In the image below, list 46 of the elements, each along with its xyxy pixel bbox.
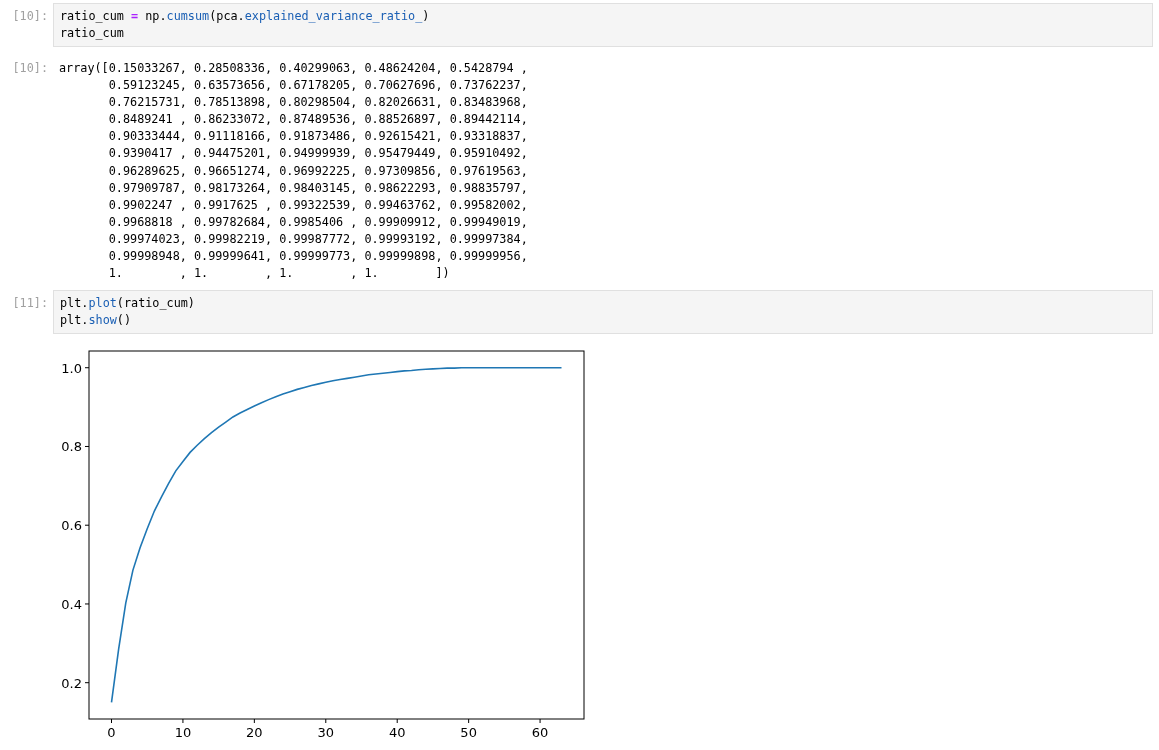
code-cell[interactable]: plt.plot(ratio_cum) plt.show()	[53, 290, 1153, 335]
x-tick-label: 30	[317, 725, 335, 741]
x-tick-label: 40	[388, 725, 406, 741]
tick-mark	[325, 718, 327, 724]
code-line: ratio_cum	[60, 25, 125, 42]
output-line: 0.9390417 , 0.94475201, 0.94999939, 0.95479449, 0.95910492,	[107, 145, 528, 163]
output-line: 0.99974023, 0.99982219, 0.99987772, 0.99993192, 0.99997384,	[107, 230, 528, 248]
output-line: 0.97909787, 0.98173264, 0.98403145, 0.98622293, 0.98835797,	[107, 179, 528, 197]
tick-mark	[468, 718, 470, 724]
x-tick-label: 0	[107, 725, 116, 741]
output-prompt: [10]:	[11, 60, 49, 77]
x-tick-label: 10	[174, 725, 192, 741]
output-line: 1. , 1. , 1. , 1. ])	[107, 265, 451, 283]
output-line: 0.9968818 , 0.99782684, 0.9985406 , 0.99909912, 0.99949019,	[107, 213, 528, 231]
output-line: 0.59123245, 0.63573656, 0.67178205, 0.70627696, 0.73762237,	[107, 77, 528, 95]
tick-mark	[111, 718, 112, 724]
x-tick-label: 60	[531, 725, 549, 741]
cell-prompt: [10]:	[11, 8, 49, 25]
tick-mark	[84, 524, 90, 526]
y-tick-label: 0.8	[61, 439, 82, 455]
y-tick-label: 0.4	[61, 597, 82, 613]
y-tick-label: 1.0	[61, 360, 82, 376]
tick-mark	[182, 718, 184, 724]
tick-mark	[84, 367, 90, 369]
x-tick-label: 50	[460, 725, 477, 741]
code-line: ratio_cum = np.cumsum(pca.explained_variance_ratio_)	[60, 8, 431, 25]
tick-mark	[253, 718, 255, 724]
cell-prompt: [11]:	[11, 295, 49, 313]
output-line: 0.76215731, 0.78513898, 0.80298504, 0.82026631, 0.83483968,	[107, 94, 528, 112]
tick-mark	[84, 682, 90, 684]
tick-mark	[396, 718, 398, 724]
output-line: 0.8489241 , 0.86233072, 0.87489536, 0.88526897, 0.89442114,	[107, 111, 528, 129]
code-line: plt.show()	[60, 312, 133, 330]
output-line: 0.9902247 , 0.9917625 , 0.99322539, 0.99463762, 0.99582002,	[107, 196, 528, 214]
output-line: 0.96289625, 0.96651274, 0.96992225, 0.97309856, 0.97619563,	[107, 162, 528, 180]
tick-mark	[539, 718, 541, 724]
code-cell[interactable]: ratio_cum = np.cumsum(pca.explained_variance_ratio_) ratio_cum	[53, 3, 1153, 47]
output-line: array([0.15033267, 0.28508336, 0.40299063, 0.48624204, 0.5428794 ,	[59, 60, 528, 77]
x-tick-label: 20	[246, 725, 263, 741]
output-line: 0.99998948, 0.99999641, 0.99999773, 0.99999898, 0.99999956,	[107, 248, 528, 266]
tick-mark	[84, 603, 90, 605]
code-line: plt.plot(ratio_cum)	[60, 295, 196, 313]
y-tick-label: 0.2	[61, 675, 82, 691]
y-tick-label: 0.6	[61, 518, 82, 534]
output-line: 0.90333444, 0.91118166, 0.91873486, 0.92615421, 0.93318837,	[107, 128, 528, 146]
tick-mark	[84, 446, 90, 448]
